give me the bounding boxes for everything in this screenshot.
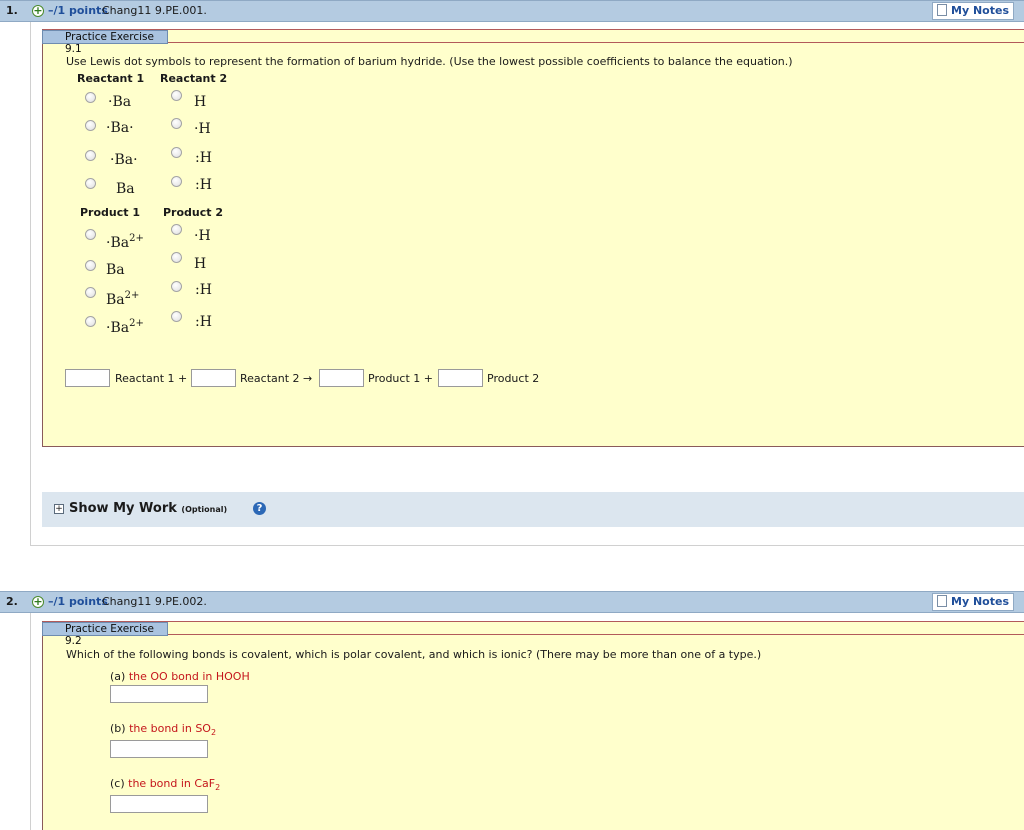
reactant1-option-4: Ba [116,181,135,197]
my-notes-button[interactable]: My Notes [932,2,1014,20]
reactant2-option-4: :H [195,177,212,193]
product2-option-3: :H [195,282,212,298]
product1-option-1-symbol: ·Ba [106,235,130,251]
product2-radio-3[interactable] [171,281,182,292]
part-c-answer-input[interactable] [110,795,208,813]
part-b-letter: (b) [110,722,126,735]
question-code: Chang11 9.PE.001. [102,4,207,17]
product2-radio-4[interactable] [171,311,182,322]
show-my-work-bar[interactable]: + Show My Work (Optional) ? [42,492,1024,527]
product2-option-1: ·H [194,228,211,244]
expand-plus-icon[interactable]: + [54,504,64,514]
part-a-label: (a) the OO bond in HOOH [110,670,250,683]
part-c-text-main: the bond in CaF [128,777,216,790]
reactant2-option-3: :H [195,150,212,166]
part-b-answer-input[interactable] [110,740,208,758]
question-1-header: 1. + –/1 points Chang11 9.PE.001. My Not… [0,0,1024,22]
product2-radio-1[interactable] [171,224,182,235]
product1-radio-2[interactable] [85,260,96,271]
question-number: 2. [6,595,18,608]
reactant1-coefficient-input[interactable] [65,369,110,387]
part-b-subscript: 2 [210,728,217,737]
exercise-title-bar [42,29,1024,43]
my-notes-label: My Notes [951,4,1009,17]
product1-option-1: ·Ba2+ [106,233,144,251]
charge-superscript: 2+ [129,318,144,329]
note-icon [937,4,948,16]
help-icon[interactable]: ? [253,502,266,515]
product1-radio-3[interactable] [85,287,96,298]
product1-option-4-symbol: ·Ba [106,320,130,336]
question-2-header: 2. + –/1 points Chang11 9.PE.002. My Not… [0,591,1024,613]
show-my-work-text: Show My Work [69,501,177,516]
part-a-letter: (a) [110,670,126,683]
product2-option-4: :H [195,314,212,330]
reactant1-radio-4[interactable] [85,178,96,189]
reactant1-option-3: ·Ba· [110,152,138,168]
part-c-subscript: 2 [215,783,221,792]
charge-superscript: 2+ [129,233,144,244]
question-number: 1. [6,4,18,17]
product1-radio-1[interactable] [85,229,96,240]
expand-plus-icon[interactable]: + [32,5,44,17]
divider [30,545,1024,546]
optional-label: (Optional) [181,505,228,514]
product2-option-2: H [194,256,207,272]
points-label: –/1 points [48,4,108,17]
reactant2-radio-3[interactable] [171,147,182,158]
product1-option-3-symbol: Ba [106,292,125,308]
part-b-text-main: the bond in SO [129,722,211,735]
eq-product2-label: Product 2 [487,372,540,385]
show-my-work-label: Show My Work (Optional) [69,501,227,516]
reactant2-radio-1[interactable] [171,90,182,101]
eq-product1-label: Product 1 + [368,372,433,385]
reactant2-heading: Reactant 2 [160,72,228,85]
reactant1-radio-3[interactable] [85,150,96,161]
product1-option-3: Ba2+ [106,290,139,308]
product1-coefficient-input[interactable] [319,369,364,387]
product1-heading: Product 1 [80,206,141,219]
part-a-text: the OO bond in HOOH [128,670,250,683]
expand-plus-icon[interactable]: + [32,596,44,608]
reactant1-radio-1[interactable] [85,92,96,103]
points-label: –/1 points [48,595,108,608]
part-c-text: the bond in CaF2 [128,777,221,792]
product2-heading: Product 2 [163,206,224,219]
part-b-label: (b) the bond in SO2 [110,722,216,737]
part-a-answer-input[interactable] [110,685,208,703]
reactant1-heading: Reactant 1 [77,72,145,85]
question-code: Chang11 9.PE.002. [102,595,207,608]
exercise-title: Practice Exercise 9.1 [42,30,168,55]
product1-radio-4[interactable] [85,316,96,327]
reactant1-radio-2[interactable] [85,120,96,131]
my-notes-label: My Notes [951,595,1009,608]
eq-reactant1-label: Reactant 1 + [115,372,188,385]
reactant2-option-2: ·H [194,121,211,137]
reactant2-option-1: H [194,94,207,110]
my-notes-button[interactable]: My Notes [932,593,1014,611]
part-b-text: the bond in SO2 [129,722,217,737]
reactant2-radio-2[interactable] [171,118,182,129]
exercise-title: Practice Exercise 9.2 [42,622,168,647]
question-prompt: Which of the following bonds is covalent… [66,648,762,661]
exercise-title-bar [42,621,1024,635]
reactant2-radio-4[interactable] [171,176,182,187]
product1-option-2: Ba [106,262,125,278]
reactant1-option-1: ·Ba [108,94,132,110]
product2-coefficient-input[interactable] [438,369,483,387]
product2-radio-2[interactable] [171,252,182,263]
part-c-label: (c) the bond in CaF2 [110,777,220,792]
charge-superscript: 2+ [124,290,140,301]
question-prompt: Use Lewis dot symbols to represent the f… [66,55,793,68]
eq-reactant2-label: Reactant 2 → [240,372,313,385]
reactant1-option-2: ·Ba· [106,120,134,136]
reactant2-coefficient-input[interactable] [191,369,236,387]
note-icon [937,595,948,607]
part-c-letter: (c) [110,777,125,790]
product1-option-4: ·Ba2+ [106,318,144,336]
